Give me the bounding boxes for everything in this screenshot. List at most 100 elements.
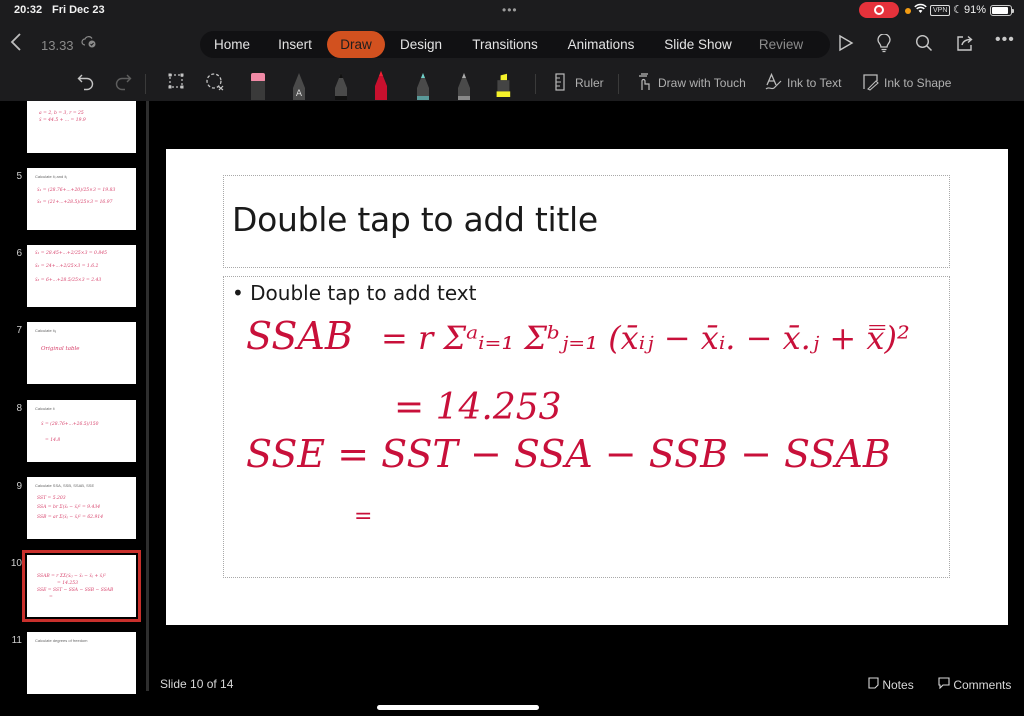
home-indicator[interactable]	[377, 705, 539, 710]
comments-button[interactable]: Comments	[938, 677, 1011, 692]
thumbnail-ink: Original table	[41, 346, 80, 352]
slide-thumbnail-10[interactable]: SSAB = r ΣΣ(x̄ᵢⱼ − x̄ᵢ − x̄ⱼ + x̄)² = 14…	[22, 550, 141, 622]
back-button[interactable]	[10, 32, 22, 58]
vpn-icon: VPN	[930, 5, 951, 16]
thumbnail-ink: =	[49, 595, 53, 600]
slide-thumbnail-8[interactable]: Calculate x̄ x̄ = (28.76+...+26.5)/150 =…	[27, 400, 136, 462]
slide-number: 11	[11, 635, 22, 646]
thumbnail-ink: SSA = br Σ(x̄ᵢ − x̄)² = 9.434	[37, 505, 101, 510]
notes-button[interactable]: Notes	[868, 677, 914, 692]
tab-review[interactable]: Review	[755, 31, 807, 58]
teal-pen-tool[interactable]	[415, 70, 431, 100]
thumbnail-ink: x̄₁ = (28.76+...+20)/25×3 = 19.83	[37, 188, 116, 193]
ink-to-text-button[interactable]: Ink to Text	[787, 76, 841, 90]
thumbnail-ink: a = 2, b = 3, r = 25	[39, 111, 84, 116]
redo-icon[interactable]	[114, 72, 132, 97]
ribbon-tabs: Home Insert Draw Design Transitions Anim…	[200, 31, 830, 58]
thumbnail-title: Calculate degrees of freedom	[35, 638, 88, 643]
thumbnail-ink: x̄₁ = 28.45+...+2/25×3 = 0.845	[35, 251, 107, 256]
wifi-icon	[914, 3, 927, 17]
search-icon[interactable]	[915, 34, 933, 57]
toolbar-divider	[535, 74, 536, 94]
tab-animations[interactable]: Animations	[562, 31, 640, 58]
screen-recording-icon[interactable]	[859, 2, 899, 18]
undo-icon[interactable]	[77, 72, 95, 97]
lasso-select-icon[interactable]	[205, 72, 225, 97]
thumbnail-ink: = 14.253	[57, 581, 78, 586]
title-placeholder[interactable]: Double tap to add title	[223, 175, 950, 268]
thumbnail-ink: x̄₂ = (21+...+28.5)/25×3 = 16.97	[37, 200, 113, 205]
slide-number: 10	[10, 558, 22, 569]
battery-percentage: 91%	[964, 4, 987, 16]
slide-thumbnail-5[interactable]: Calculate x̄ᵢ and x̄ⱼ x̄₁ = (28.76+...+2…	[27, 168, 136, 230]
body-placeholder-text: • Double tap to add text	[232, 281, 477, 305]
pencil-tool[interactable]	[456, 70, 472, 100]
slide-number: 8	[16, 403, 22, 414]
toolbar-divider	[618, 74, 619, 94]
comments-label: Comments	[953, 678, 1012, 692]
draw-with-touch-button[interactable]: Draw with Touch	[658, 76, 746, 90]
draw-toolbar: A Ruler Draw with Touch Ink to Text Ink …	[0, 66, 1024, 101]
thumbnail-ink: x̄₂ = 24+...+2/25×3 = 1.6.2	[35, 264, 99, 269]
tab-transitions[interactable]: Transitions	[464, 31, 546, 58]
thumbnail-ink: = 14.8	[45, 438, 61, 443]
status-time: 20:32	[14, 4, 43, 16]
red-pen-tool[interactable]	[373, 70, 389, 100]
thumbnail-ink: SST = 5.203	[37, 496, 66, 501]
svg-text:A: A	[296, 89, 303, 99]
slide-thumbnail-panel: a = 2, b = 3, r = 25 x̄ = 44.5 + ... = 1…	[0, 101, 148, 716]
notes-icon	[868, 677, 879, 689]
slide-thumbnail-6[interactable]: x̄₁ = 28.45+...+2/25×3 = 0.845 x̄₂ = 24+…	[27, 245, 136, 307]
sidebar-scrollbar[interactable]	[146, 101, 149, 691]
tab-insert[interactable]: Insert	[270, 31, 320, 58]
slide-thumbnail-9[interactable]: Calculate SSA, SSB, SSAB, SSE SST = 5.20…	[27, 477, 136, 539]
select-objects-icon[interactable]	[167, 72, 185, 95]
ruler-icon	[555, 73, 565, 95]
share-icon[interactable]	[956, 34, 974, 57]
slide-number: 6	[16, 248, 22, 259]
slide-canvas[interactable]: Double tap to add title • Double tap to …	[166, 149, 1008, 625]
thumbnail-ink: SSB = ar Σ(x̄ⱼ − x̄)² = 62.914	[37, 515, 104, 520]
thumbnail-title: Calculate x̄ᵢ and x̄ⱼ	[35, 174, 68, 179]
ink-to-shape-button[interactable]: Ink to Shape	[884, 76, 951, 90]
text-pen-tool[interactable]: A	[291, 70, 307, 100]
tab-draw[interactable]: Draw	[327, 31, 385, 58]
thumbnail-ink: SSAB = r ΣΣ(x̄ᵢⱼ − x̄ᵢ − x̄ⱼ + x̄)²	[37, 574, 106, 579]
thumbnail-title: Calculate x̄ᵢⱼ	[35, 328, 57, 333]
ink-to-text-icon	[765, 72, 783, 95]
lightbulb-icon[interactable]	[877, 33, 891, 58]
comments-icon	[938, 677, 950, 690]
slide-thumbnail-11[interactable]: Calculate degrees of freedom	[27, 632, 136, 694]
camera-indicator-icon	[905, 8, 911, 14]
slide-number: 9	[16, 481, 22, 492]
black-pen-tool[interactable]	[333, 70, 349, 100]
title-placeholder-text: Double tap to add title	[232, 200, 598, 239]
eraser-tool[interactable]	[250, 70, 266, 100]
tab-home[interactable]: Home	[208, 31, 256, 58]
status-bar: 20:32 Fri Dec 23 ••• VPN ☾ 91%	[0, 0, 1024, 22]
draw-with-touch-icon	[636, 73, 652, 95]
slide-number: 7	[16, 325, 22, 336]
more-icon[interactable]: •••	[995, 31, 1015, 49]
tab-slide-show[interactable]: Slide Show	[658, 31, 738, 58]
slide-number: 5	[16, 171, 22, 182]
thumbnail-ink: SSE = SST − SSA − SSB − SSAB	[37, 588, 114, 593]
ruler-button[interactable]: Ruler	[575, 76, 604, 90]
slide-thumbnail-7[interactable]: Calculate x̄ᵢⱼ Original table	[27, 322, 136, 384]
tab-design[interactable]: Design	[393, 31, 449, 58]
highlighter-tool[interactable]	[495, 70, 511, 100]
cloud-sync-icon[interactable]	[81, 35, 97, 52]
multitasking-handle[interactable]: •••	[502, 3, 518, 17]
body-placeholder[interactable]: • Double tap to add text	[223, 276, 950, 578]
thumbnail-title: Calculate SSA, SSB, SSAB, SSE	[35, 483, 95, 488]
slide-thumbnail-4[interactable]: a = 2, b = 3, r = 25 x̄ = 44.5 + ... = 1…	[27, 101, 136, 153]
play-icon[interactable]	[838, 34, 854, 57]
notes-label: Notes	[882, 678, 914, 692]
ink-to-shape-icon	[862, 73, 880, 95]
ribbon-bar: 13.33 Home Insert Draw Design Transition…	[0, 22, 1024, 66]
slide-counter: Slide 10 of 14	[160, 677, 234, 691]
thumbnail-ink: x̄ = (28.76+...+26.5)/150	[41, 422, 99, 427]
battery-icon	[990, 5, 1014, 16]
document-name[interactable]: 13.33	[41, 38, 74, 53]
toolbar-divider	[145, 74, 146, 94]
